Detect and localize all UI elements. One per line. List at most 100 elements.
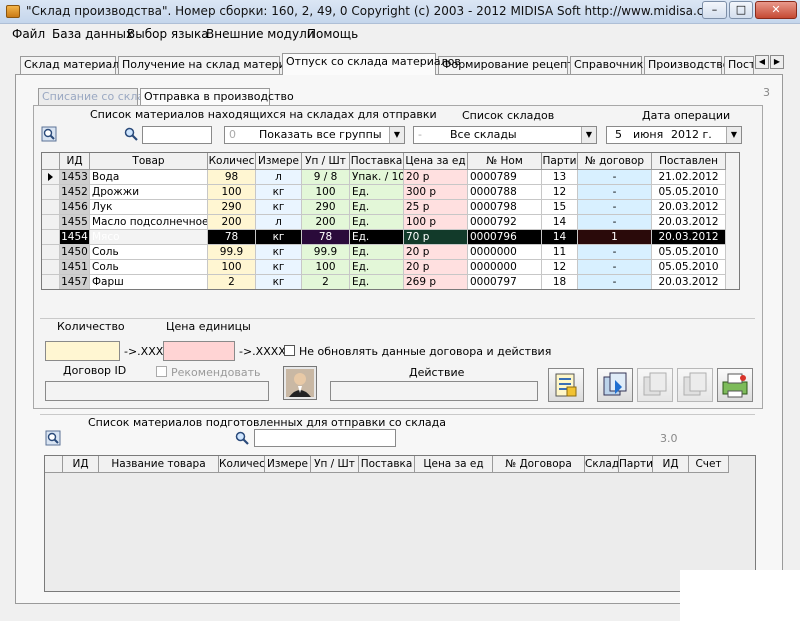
print-button[interactable] xyxy=(717,368,753,402)
grid-header-pack[interactable]: Уп / Шт xyxy=(302,153,350,170)
grid-cell-quantity[interactable]: 290 xyxy=(208,200,256,215)
contract-id-field[interactable] xyxy=(45,381,269,401)
grid-cell-supplied[interactable]: 05.05.2010 xyxy=(652,245,726,260)
grid-cell-product[interactable]: Дрожжи xyxy=(90,185,208,200)
grid-cell-quantity[interactable]: 200 xyxy=(208,215,256,230)
grid-cell-supply[interactable]: Упак. / 10 xyxy=(350,170,404,185)
operation-date-picker[interactable]: 5 июня 2012 г. ▼ xyxy=(606,126,742,144)
grid-cell-contract[interactable]: - xyxy=(578,185,652,200)
report-button[interactable] xyxy=(548,368,584,402)
grid-cell-supply[interactable]: Ед. xyxy=(350,215,404,230)
grid-header-unit[interactable]: Измере xyxy=(256,153,302,170)
grid-header-quantity[interactable]: Количес xyxy=(208,153,256,170)
tab-suppliers[interactable]: Постав xyxy=(724,56,754,74)
grid-cell-supplied[interactable]: 05.05.2010 xyxy=(652,185,726,200)
prepared-header-contract-number[interactable]: № Договора xyxy=(493,456,585,473)
menu-file[interactable]: Файл xyxy=(12,27,45,41)
grid-cell-contract[interactable]: - xyxy=(578,245,652,260)
grid-header-supply[interactable]: Поставка xyxy=(350,153,404,170)
grid-cell-quantity[interactable]: 100 xyxy=(208,260,256,275)
menu-help[interactable]: Помощь xyxy=(307,27,358,41)
grid-cell-product[interactable]: Соль xyxy=(90,245,208,260)
grid-cell-product[interactable]: Соль xyxy=(90,260,208,275)
grid-cell-quantity[interactable]: 78 xyxy=(208,230,256,245)
grid-cell-supply[interactable]: Ед. xyxy=(350,230,404,245)
row-indicator[interactable] xyxy=(42,185,60,200)
unit-price-input[interactable] xyxy=(163,341,235,361)
grid-cell-supplied[interactable]: 21.02.2012 xyxy=(652,170,726,185)
grid-cell-unit[interactable]: кг xyxy=(256,230,302,245)
menu-external-modules[interactable]: Внешние модули xyxy=(206,27,315,41)
grid-cell-contract[interactable]: - xyxy=(578,275,652,289)
grid-cell-supply[interactable]: Ед. xyxy=(350,200,404,215)
tab-production[interactable]: Производство xyxy=(644,56,729,74)
grid-cell-unit[interactable]: л xyxy=(256,170,302,185)
grid-cell-product[interactable]: Масло подсолнечное xyxy=(90,215,208,230)
grid-cell-batch[interactable]: 13 xyxy=(542,170,578,185)
grid-cell-quantity[interactable]: 100 xyxy=(208,185,256,200)
prepared-header-pack[interactable]: Уп / Шт xyxy=(311,456,359,473)
grid-cell-price[interactable]: 269 р xyxy=(404,275,468,289)
menu-database[interactable]: База данных xyxy=(52,27,133,41)
grid-cell-contract[interactable]: - xyxy=(578,215,652,230)
prepared-header-indicator[interactable] xyxy=(45,456,63,473)
grid-header-id[interactable]: ИД xyxy=(60,153,90,170)
grid-cell-id[interactable]: 1451 xyxy=(60,260,90,275)
grid-cell-pack[interactable]: 99.9 xyxy=(302,245,350,260)
grid-cell-price[interactable]: 70 р xyxy=(404,230,468,245)
recommend-checkbox[interactable] xyxy=(156,366,167,377)
tab-receiving[interactable]: Получение на склад материалов xyxy=(118,56,313,74)
magnifier-icon[interactable] xyxy=(123,126,139,142)
grid-cell-batch[interactable]: 12 xyxy=(542,260,578,275)
grid-cell-price[interactable]: 300 р xyxy=(404,185,468,200)
minimize-button[interactable]: – xyxy=(702,1,727,19)
grid-cell-contract[interactable]: - xyxy=(578,260,652,275)
prepared-header-quantity[interactable]: Количес xyxy=(219,456,265,473)
row-indicator[interactable] xyxy=(42,230,60,245)
copy-button[interactable] xyxy=(677,368,713,402)
grid-cell-price[interactable]: 20 р xyxy=(404,170,468,185)
grid-cell-product[interactable]: Фарш xyxy=(90,275,208,289)
prepared-header-id[interactable]: ИД xyxy=(63,456,99,473)
magnifier-icon[interactable] xyxy=(234,430,250,446)
grid-cell-supplied[interactable]: 20.03.2012 xyxy=(652,230,726,245)
row-indicator[interactable] xyxy=(42,215,60,230)
tabs-scroll-left[interactable]: ◀ xyxy=(755,55,769,69)
grid-header-indicator[interactable] xyxy=(42,153,60,170)
grid-cell-price[interactable]: 100 р xyxy=(404,215,468,230)
prepared-header-batch[interactable]: Парти xyxy=(619,456,653,473)
grid-cell-product[interactable]: Лук xyxy=(90,200,208,215)
subtab-send-to-production[interactable]: Отправка в производство xyxy=(140,88,294,105)
grid-header-product[interactable]: Товар xyxy=(90,153,208,170)
chevron-down-icon[interactable]: ▼ xyxy=(726,127,741,143)
menu-language[interactable]: Выбор языка xyxy=(127,27,209,41)
grid-header-price[interactable]: Цена за ед xyxy=(404,153,468,170)
grid-cell-nomenclature[interactable]: 0000000 xyxy=(468,260,542,275)
prepared-header-product-name[interactable]: Название товара xyxy=(99,456,219,473)
grid-cell-pack[interactable]: 290 xyxy=(302,200,350,215)
grid-cell-nomenclature[interactable]: 0000798 xyxy=(468,200,542,215)
prepared-search-input[interactable] xyxy=(254,429,396,447)
warehouses-combo[interactable]: - Все склады ▼ xyxy=(413,126,597,144)
prepared-header-unit[interactable]: Измере xyxy=(265,456,311,473)
search-icon[interactable] xyxy=(45,430,61,446)
grid-cell-quantity[interactable]: 2 xyxy=(208,275,256,289)
materials-grid[interactable]: ИД Товар Количес Измере Уп / Шт Поставка Цена … xyxy=(41,152,740,290)
grid-cell-nomenclature[interactable]: 0000796 xyxy=(468,230,542,245)
grid-cell-unit[interactable]: кг xyxy=(256,260,302,275)
row-indicator[interactable] xyxy=(42,245,60,260)
grid-cell-supply[interactable]: Ед. xyxy=(350,275,404,289)
groups-combo[interactable]: 0 Показать все группы ▼ xyxy=(224,126,405,144)
grid-header-supplied[interactable]: Поставлен xyxy=(652,153,726,170)
grid-cell-nomenclature[interactable]: 0000797 xyxy=(468,275,542,289)
tab-warehouse-materials[interactable]: Склад материалов xyxy=(20,56,133,74)
grid-cell-nomenclature[interactable]: 0000789 xyxy=(468,170,542,185)
close-button[interactable]: ✕ xyxy=(755,1,797,19)
grid-cell-unit[interactable]: кг xyxy=(256,185,302,200)
grid-cell-supplied[interactable]: 20.03.2012 xyxy=(652,200,726,215)
grid-cell-batch[interactable]: 14 xyxy=(542,215,578,230)
grid-cell-product[interactable]: Вода xyxy=(90,170,208,185)
prepared-header-price[interactable]: Цена за ед xyxy=(415,456,493,473)
grid-cell-nomenclature[interactable]: 0000000 xyxy=(468,245,542,260)
subtab-write-off[interactable]: Списание со склада xyxy=(38,88,159,105)
